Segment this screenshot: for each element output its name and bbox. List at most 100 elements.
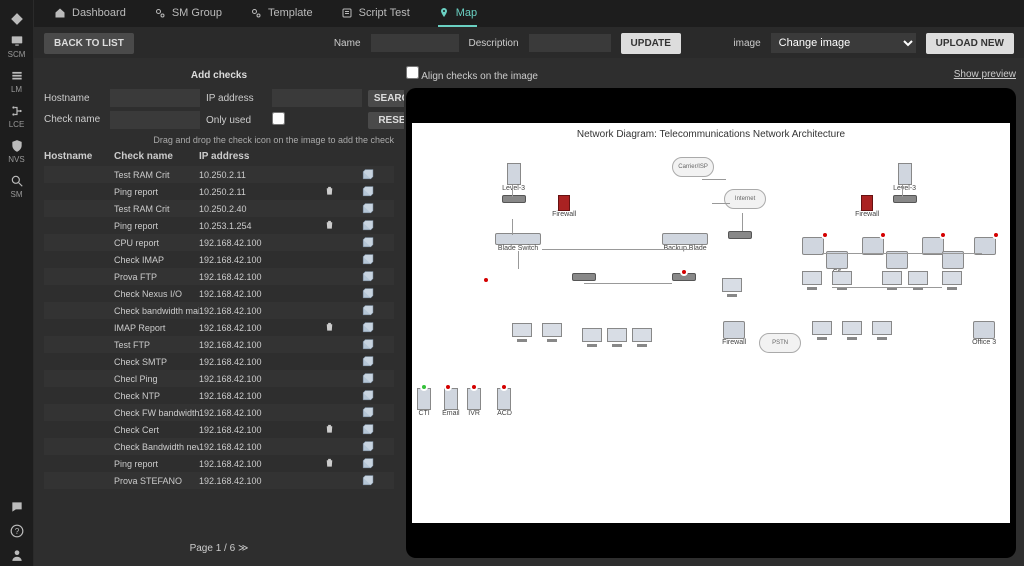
tab-sm-group[interactable]: SM Group (154, 0, 222, 27)
back-button[interactable]: BACK TO LIST (44, 33, 134, 54)
check-ip: 192.168.42.100 (199, 306, 299, 316)
drag-icon[interactable] (361, 355, 374, 368)
check-ip: 10.250.2.40 (199, 204, 299, 214)
map-canvas[interactable]: Network Diagram: Telecommunications Netw… (406, 88, 1016, 558)
check-name: Ping report (114, 187, 199, 197)
check-ip: 192.168.42.100 (199, 442, 299, 452)
sidebar-item-sm[interactable]: SM (8, 168, 26, 203)
status-dot[interactable] (939, 231, 947, 239)
drag-icon[interactable] (361, 287, 374, 300)
align-checks-label[interactable]: Align checks on the image (406, 66, 538, 82)
check-ip: 192.168.42.100 (199, 340, 299, 350)
show-preview-link[interactable]: Show preview (954, 69, 1016, 80)
sidebar-item-scm[interactable]: SCM (8, 28, 26, 63)
check-ip: 192.168.42.100 (199, 238, 299, 248)
network-diagram[interactable]: Network Diagram: Telecommunications Netw… (412, 123, 1010, 523)
check-name: Ping report (114, 221, 199, 231)
onlyused-checkbox[interactable] (272, 112, 285, 125)
status-dot[interactable] (879, 231, 887, 239)
next-page[interactable]: ≫ (238, 543, 248, 554)
top-tabs: Dashboard SM Group Template Script Test Map (34, 0, 1024, 28)
drag-icon[interactable] (361, 168, 374, 181)
check-ip: 192.168.42.100 (199, 476, 299, 486)
check-ip: 192.168.42.100 (199, 459, 299, 469)
table-header: Hostname Check name IP address (44, 149, 394, 166)
check-name: Checl Ping (114, 374, 199, 384)
table-row: Check bandwidth mail192.168.42.100 (44, 302, 394, 319)
desc-input[interactable] (529, 34, 611, 52)
drag-icon[interactable] (361, 440, 374, 453)
search-button[interactable]: SEARCH (368, 90, 404, 107)
trash-icon[interactable] (324, 219, 335, 233)
trash-icon[interactable] (324, 321, 335, 335)
check-name: Check IMAP (114, 255, 199, 265)
align-checkbox[interactable] (406, 66, 419, 79)
tab-template[interactable]: Template (250, 0, 313, 27)
sidebar-help-icon[interactable]: ? (10, 518, 24, 542)
drag-icon[interactable] (361, 406, 374, 419)
check-name: Check FW bandwidth (114, 408, 199, 418)
drag-icon[interactable] (361, 304, 374, 317)
reset-button[interactable]: RESET (368, 112, 404, 129)
check-ip: 192.168.42.100 (199, 255, 299, 265)
trash-icon[interactable] (324, 457, 335, 471)
sidebar-item-lm[interactable]: LM (8, 63, 26, 98)
trash-icon[interactable] (324, 423, 335, 437)
checkname-input[interactable] (110, 111, 200, 129)
drag-icon[interactable] (361, 236, 374, 249)
check-name: Check SMTP (114, 357, 199, 367)
status-dot[interactable] (482, 276, 490, 284)
table-row: Test RAM Crit10.250.2.11 (44, 166, 394, 183)
checkname-label: Check name (44, 115, 104, 125)
status-dot[interactable] (992, 231, 1000, 239)
update-button[interactable]: UPDATE (621, 33, 681, 54)
drag-icon[interactable] (361, 457, 374, 470)
drag-icon[interactable] (361, 202, 374, 215)
image-label: image (733, 38, 760, 49)
drag-icon[interactable] (361, 321, 374, 334)
check-name: Check bandwidth mail (114, 306, 199, 316)
drag-icon[interactable] (361, 372, 374, 385)
sidebar-user-icon[interactable] (10, 542, 24, 566)
ip-input[interactable] (272, 89, 362, 107)
check-name: Test RAM Crit (114, 204, 199, 214)
check-name: Check NTP (114, 391, 199, 401)
drag-icon[interactable] (361, 185, 374, 198)
check-ip: 10.253.1.254 (199, 221, 299, 231)
drag-icon[interactable] (361, 423, 374, 436)
check-ip: 10.250.2.11 (199, 170, 299, 180)
drag-icon[interactable] (361, 338, 374, 351)
drag-icon[interactable] (361, 270, 374, 283)
brand-logo (0, 6, 33, 28)
check-name: Prova STEFANO (114, 476, 199, 486)
check-ip: 192.168.42.100 (199, 289, 299, 299)
table-row: Ping report10.253.1.254 (44, 217, 394, 234)
diagram-title: Network Diagram: Telecommunications Netw… (412, 123, 1010, 140)
table-row: Check NTP192.168.42.100 (44, 387, 394, 404)
tab-map[interactable]: Map (438, 0, 477, 27)
name-input[interactable] (371, 34, 459, 52)
tab-script-test[interactable]: Script Test (341, 0, 410, 27)
nav-sidebar: SCMLMLCENVSSM ? (0, 0, 34, 566)
drag-icon[interactable] (361, 219, 374, 232)
sidebar-chat-icon[interactable] (10, 494, 24, 518)
tab-dashboard[interactable]: Dashboard (54, 0, 126, 27)
svg-text:?: ? (14, 527, 19, 536)
drag-icon[interactable] (361, 253, 374, 266)
change-image-select[interactable]: Change image (771, 33, 916, 53)
table-row: Ping report10.250.2.11 (44, 183, 394, 200)
check-ip: 192.168.42.100 (199, 272, 299, 282)
check-ip: 10.250.2.11 (199, 187, 299, 197)
sidebar-item-lce[interactable]: LCE (8, 98, 26, 133)
drag-icon[interactable] (361, 389, 374, 402)
check-name: Check Cert (114, 425, 199, 435)
ip-label: IP address (206, 93, 266, 104)
hostname-input[interactable] (110, 89, 200, 107)
upload-button[interactable]: UPLOAD NEW (926, 33, 1014, 54)
trash-icon[interactable] (324, 185, 335, 199)
drag-icon[interactable] (361, 474, 374, 487)
table-row: Check Nexus I/O192.168.42.100 (44, 285, 394, 302)
status-dot[interactable] (821, 231, 829, 239)
sidebar-item-nvs[interactable]: NVS (8, 133, 26, 168)
map-toolbar: BACK TO LIST Name Description UPDATE ima… (34, 28, 1024, 58)
